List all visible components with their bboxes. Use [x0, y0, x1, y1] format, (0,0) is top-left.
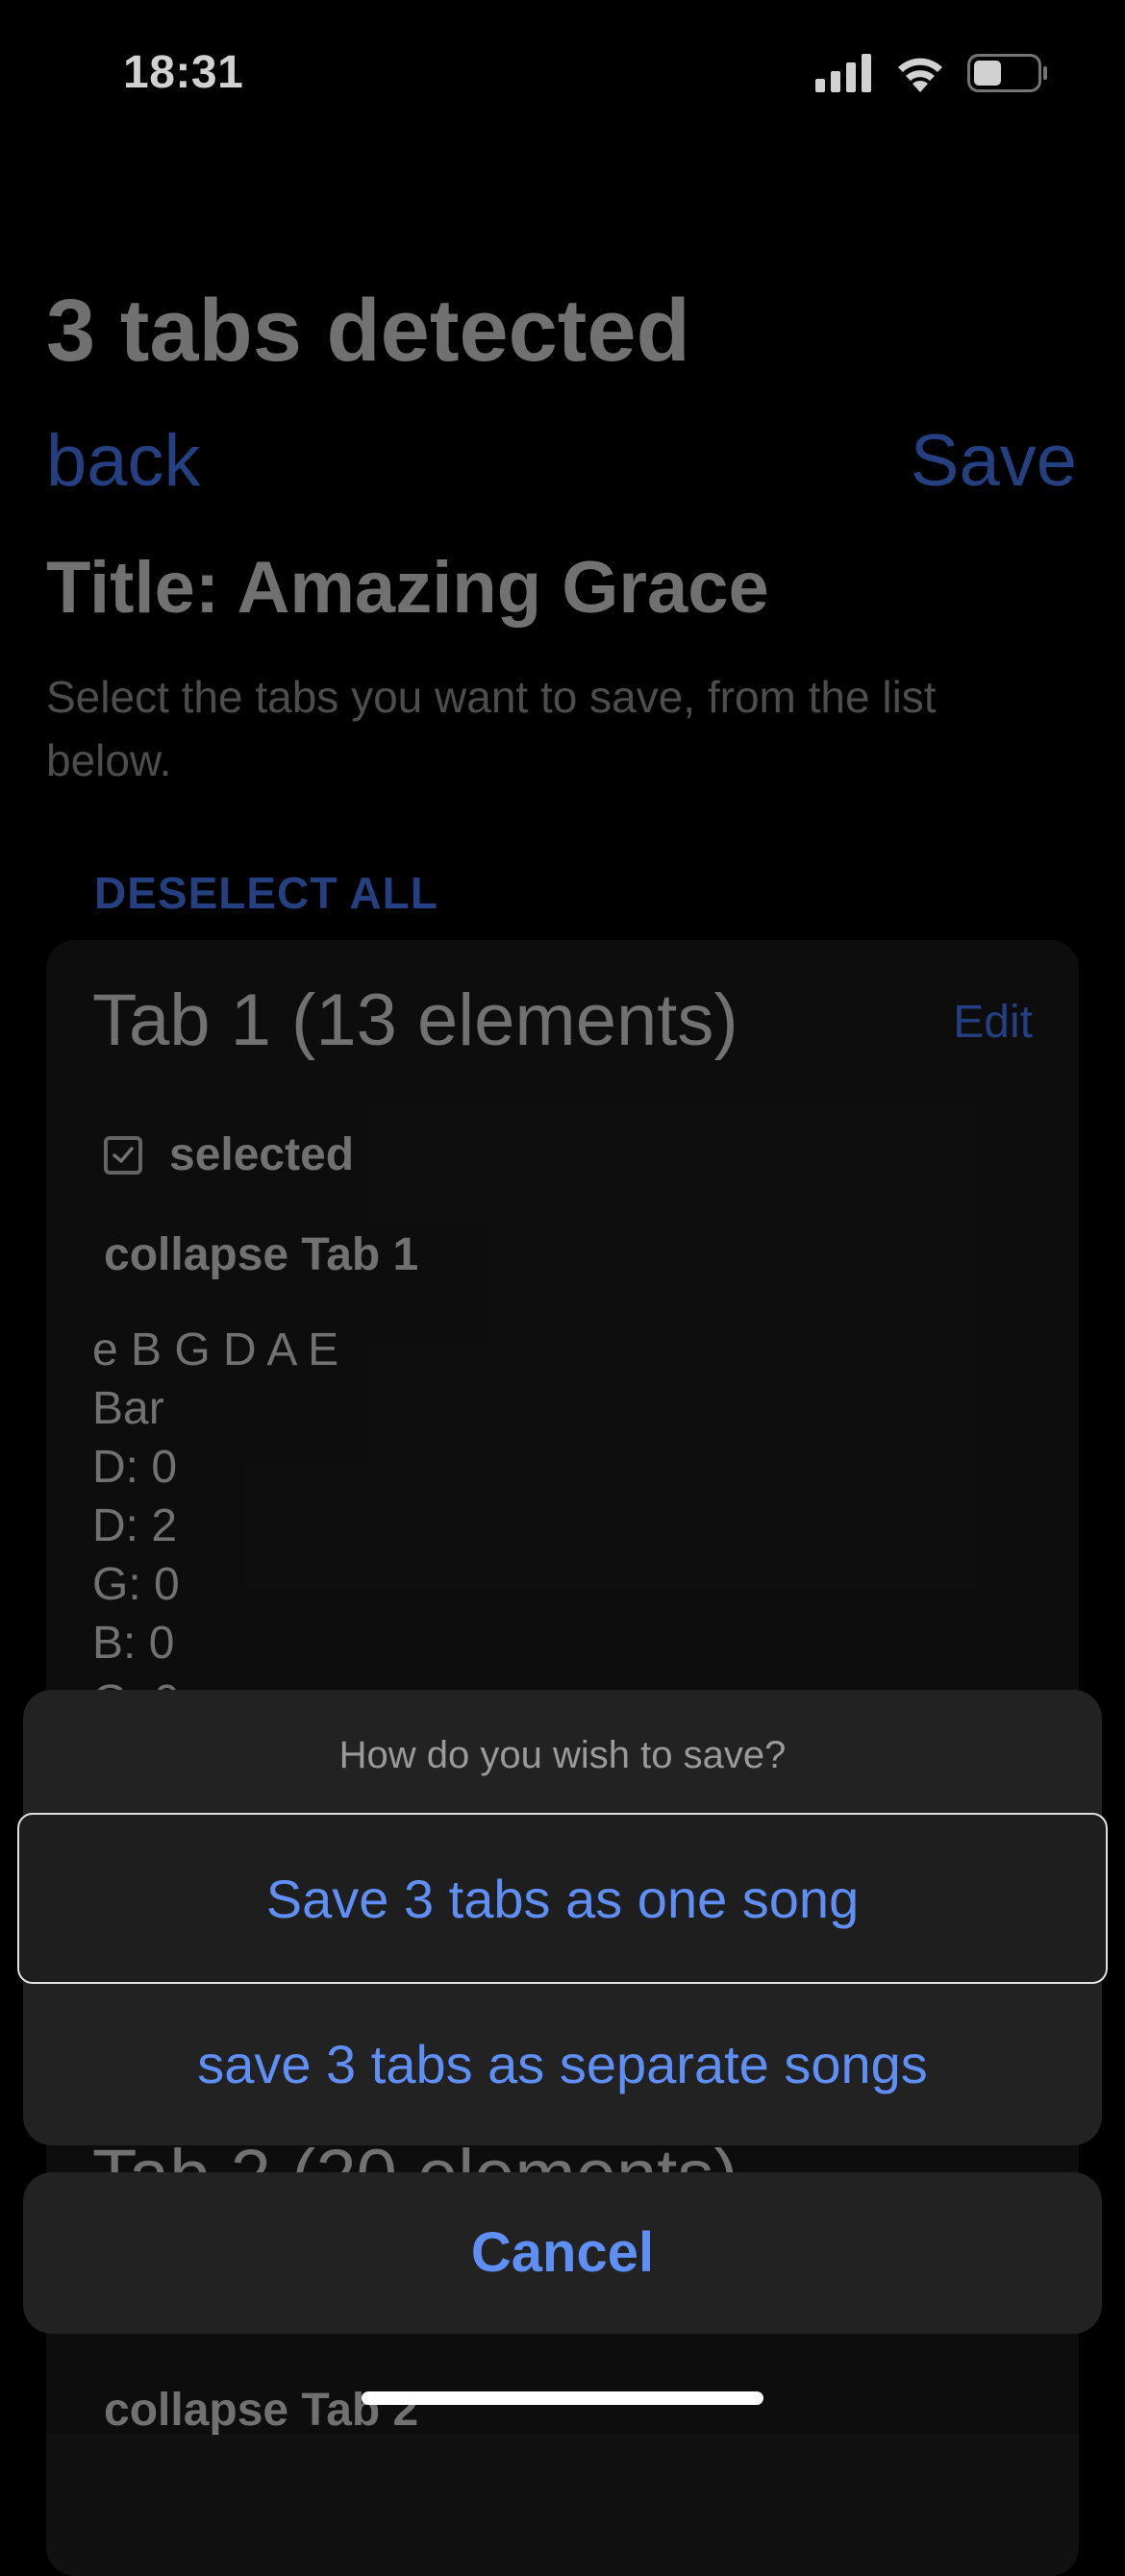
save-as-one-song-button[interactable]: Save 3 tabs as one song: [17, 1813, 1108, 1984]
action-sheet-message: How do you wish to save?: [338, 1734, 787, 1776]
home-indicator[interactable]: [362, 2391, 763, 2405]
save-as-separate-songs-button[interactable]: save 3 tabs as separate songs: [23, 1984, 1102, 2145]
save-options-action-sheet: How do you wish to save? Save 3 tabs as …: [17, 1690, 1108, 2145]
cancel-button[interactable]: Cancel: [23, 2172, 1102, 2334]
